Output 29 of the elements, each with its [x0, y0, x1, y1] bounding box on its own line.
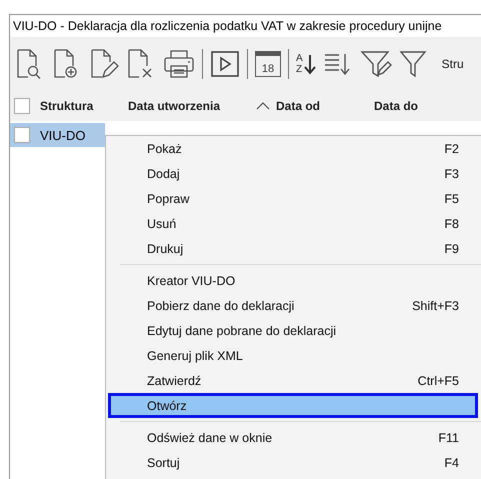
menu-item[interactable]: Drukuj F9	[108, 236, 481, 261]
menu-item[interactable]: Pobierz dane do deklaracji Shift+F3	[108, 293, 481, 318]
menu-item[interactable]: Otwórz	[108, 393, 478, 418]
column-header[interactable]: Struktura	[40, 99, 128, 113]
column-header[interactable]: Data do	[374, 99, 418, 113]
play-icon[interactable]	[210, 49, 240, 79]
menu-item[interactable]: Dodaj F3	[108, 161, 481, 186]
column-header[interactable]: Data od	[276, 99, 374, 113]
printer-icon[interactable]	[163, 48, 195, 80]
calendar-button[interactable]: 18	[255, 51, 281, 77]
toolbar-label[interactable]: Stru	[442, 57, 464, 71]
window-title: VIU-DO - Deklaracja dla rozliczenia podatku VAT w zakresie procedury unijne	[12, 18, 443, 35]
menu-item[interactable]: Zatwierdź Ctrl+F5	[108, 368, 481, 393]
menu-item[interactable]: Pokaż F2	[108, 136, 481, 161]
table-row[interactable]: VIU-DO	[10, 123, 105, 147]
menu-item[interactable]: Generuj plik XML	[108, 343, 481, 368]
menu-item[interactable]: Edytuj dane pobrane do deklaracji	[108, 318, 481, 343]
menu-item[interactable]: Sortuj F4	[108, 450, 481, 475]
filter-icon[interactable]	[398, 49, 427, 79]
filter-edit-icon[interactable]	[360, 49, 392, 79]
column-header[interactable]: Data utworzenia	[128, 99, 254, 113]
row-checkbox[interactable]	[14, 127, 30, 143]
menu-item[interactable]: Odśwież dane w oknie F11	[108, 425, 481, 450]
menu-item[interactable]: Kreator VIU-DO	[108, 268, 481, 293]
menu-item[interactable]: Popraw F5	[108, 186, 481, 211]
document-edit-icon[interactable]	[89, 48, 119, 80]
menu-item[interactable]: Usuń F8	[108, 211, 481, 236]
select-all-checkbox[interactable]	[14, 98, 30, 114]
sort-button[interactable]: A Z	[296, 52, 316, 76]
